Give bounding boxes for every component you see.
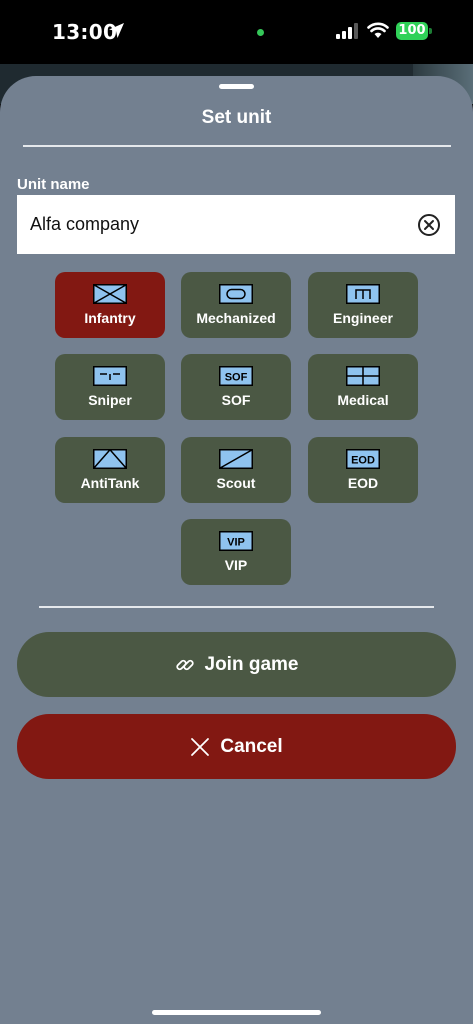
unit-label-scout: Scout <box>216 475 256 491</box>
join-game-label: Join game <box>204 653 299 675</box>
sof-symbol-icon: SOF <box>219 366 253 386</box>
join-game-button[interactable]: Join game <box>17 632 456 697</box>
battery-icon: 100 <box>396 22 432 40</box>
cancel-label: Cancel <box>220 735 283 757</box>
unit-button-engineer[interactable]: Engineer <box>308 272 418 338</box>
join-game-content: Join game <box>17 632 456 697</box>
unit-label-infantry: Infantry <box>84 310 136 326</box>
engineer-symbol-icon <box>346 284 380 304</box>
unit-label-antitank: AntiTank <box>80 475 140 491</box>
unit-label-medical: Medical <box>337 392 389 408</box>
mechanized-symbol-icon <box>219 284 253 304</box>
wifi-icon <box>367 22 389 38</box>
close-x-icon <box>191 737 210 756</box>
cancel-button[interactable]: Cancel <box>17 714 456 779</box>
unit-label-eod: EOD <box>347 475 379 491</box>
medical-symbol-icon <box>346 366 380 386</box>
unit-label-vip: VIP <box>224 557 248 573</box>
unit-button-mechanized[interactable]: Mechanized <box>181 272 291 338</box>
unit-name-input[interactable] <box>17 195 455 254</box>
battery-level: 100 <box>396 22 428 40</box>
unit-label-mechanized: Mechanized <box>196 310 276 326</box>
battery-tip <box>429 28 432 34</box>
unit-button-sniper[interactable]: Sniper <box>55 354 165 420</box>
unit-label-sof: SOF <box>221 392 251 408</box>
infantry-symbol-icon <box>93 284 127 304</box>
unit-button-eod[interactable]: EOD EOD <box>308 437 418 503</box>
privacy-indicator-dot <box>257 29 264 36</box>
unit-label-engineer: Engineer <box>333 310 393 326</box>
vip-symbol-text: VIP <box>227 537 245 549</box>
scout-symbol-icon <box>219 449 253 469</box>
sheet-grabber[interactable] <box>219 84 254 89</box>
home-indicator[interactable] <box>152 1010 321 1015</box>
unit-button-antitank[interactable]: AntiTank <box>55 437 165 503</box>
set-unit-sheet: Set unit Unit name Infantry Mechanized E… <box>0 76 473 1024</box>
unit-button-infantry[interactable]: Infantry <box>55 272 165 338</box>
antitank-symbol-icon <box>93 449 127 469</box>
eod-symbol-text: EOD <box>351 455 375 467</box>
unit-name-label: Unit name <box>17 176 90 193</box>
unit-button-vip[interactable]: VIP VIP <box>181 519 291 585</box>
signal-icon <box>336 23 358 39</box>
location-arrow-icon <box>109 23 124 38</box>
sniper-symbol-icon <box>93 366 127 386</box>
unit-button-scout[interactable]: Scout <box>181 437 291 503</box>
unit-button-sof[interactable]: SOF SOF <box>181 354 291 420</box>
clear-circle-x-icon[interactable] <box>417 213 441 237</box>
unit-label-sniper: Sniper <box>88 392 132 408</box>
title-divider <box>23 145 451 147</box>
vip-symbol-icon: VIP <box>219 531 253 551</box>
actions-divider <box>39 606 434 608</box>
sof-symbol-text: SOF <box>225 372 248 384</box>
cancel-content: Cancel <box>17 714 456 779</box>
sheet-title: Set unit <box>201 107 272 128</box>
status-bar: 13:00 100 <box>0 0 473 64</box>
unit-button-medical[interactable]: Medical <box>308 354 418 420</box>
eod-symbol-icon: EOD <box>346 449 380 469</box>
link-icon <box>175 659 194 670</box>
